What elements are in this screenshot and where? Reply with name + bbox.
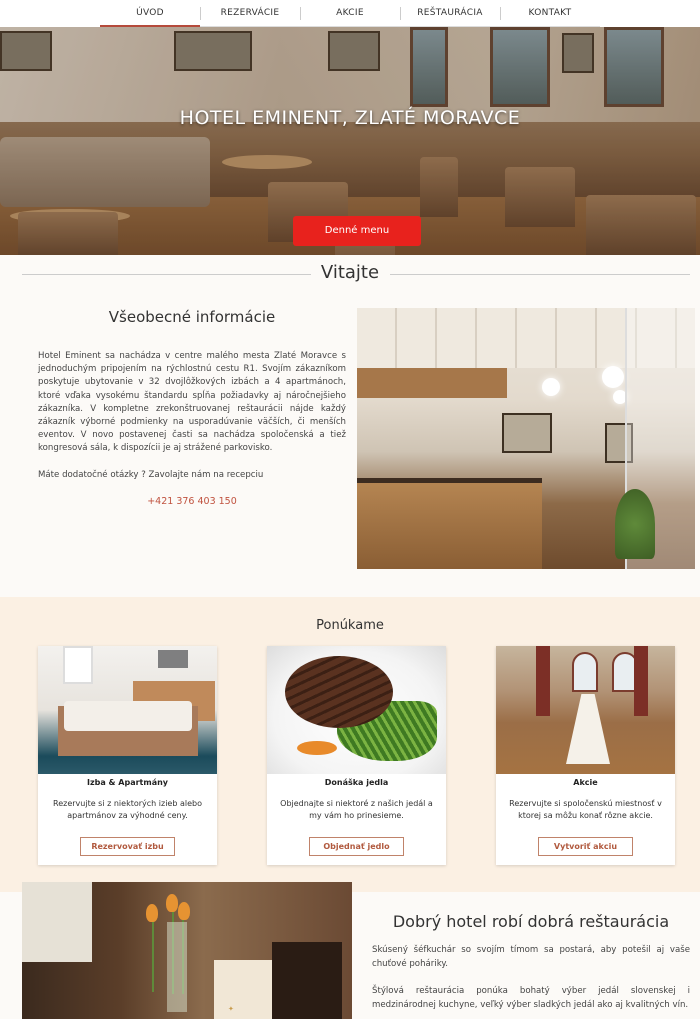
photo-chair (272, 942, 342, 1019)
welcome-divider: Vitajte (0, 258, 700, 292)
nav-item-restauracia[interactable]: REŠTAURÁCIA (400, 0, 500, 27)
tulip-stem (152, 912, 154, 992)
offer-card-delivery: Donáška jedla Objednajte si niektoré z n… (267, 646, 446, 865)
hall-banquet-table (566, 694, 610, 764)
photo-lamp (602, 366, 624, 388)
info-body: Hotel Eminent sa nachádza v centre maléh… (38, 351, 346, 454)
menu-logo-icon: ✦ (228, 1005, 234, 1013)
nav-item-uvod[interactable]: ÚVOD (100, 0, 200, 27)
offer-card-title: Donáška jedla (324, 778, 389, 787)
reception-phone-link[interactable]: +421 376 403 150 (38, 496, 346, 507)
restaurant-paragraph-2: Štýlová reštaurácia ponúka bohatý výber … (372, 986, 690, 1010)
restaurant-paragraph-1: Skúsený šéfkuchár so svojím tímom sa pos… (372, 945, 690, 969)
hero-banner: HOTEL EMINENT, ZLATÉ MORAVCE Denné menu (0, 27, 700, 255)
nav-item-akcie[interactable]: AKCIE (300, 0, 400, 27)
restaurant-table-photo: ✦ (22, 882, 352, 1019)
tulip-flower (146, 904, 158, 922)
tulip-flower (178, 902, 190, 920)
photo-bar (357, 483, 542, 569)
welcome-heading: Vitajte (0, 262, 700, 283)
create-event-button[interactable]: Vytvoriť akciu (538, 837, 633, 856)
nav-item-rezervacie[interactable]: REZERVÁCIE (200, 0, 300, 27)
info-title: Všeobecné informácie (108, 308, 276, 326)
offer-card-description: Objednajte si niektoré z našich jedál a … (280, 799, 433, 820)
photo-plant (615, 489, 655, 559)
restaurant-section-title: Dobrý hotel robí dobrá reštaurácia (392, 912, 670, 931)
photo-frame (502, 413, 552, 453)
room-sheet (64, 701, 192, 731)
offer-card-title: Akcie (573, 778, 598, 787)
restaurant-bar-photo (357, 308, 695, 569)
offers-title: Ponúkame (316, 618, 384, 633)
offer-card-events: Akcie Rezervujte si spoločenskú miestnos… (496, 646, 675, 865)
room-window (63, 646, 93, 684)
room-photo (38, 646, 217, 774)
order-food-button[interactable]: Objednať jedlo (309, 837, 404, 856)
nav-bar: ÚVOD REZERVÁCIE AKCIE REŠTAURÁCIA KONTAK… (100, 0, 600, 27)
offer-card-description: Rezervujte si z niektorých izieb alebo a… (53, 799, 202, 820)
offer-card-title: Izba & Apartmány (86, 778, 169, 787)
room-picture (158, 650, 188, 668)
welcome-heading-text: Vitajte (310, 262, 390, 283)
menu-card: ✦ (214, 960, 272, 1019)
food-photo (267, 646, 446, 774)
reserve-room-button[interactable]: Rezervovať izbu (80, 837, 175, 856)
hero-title: HOTEL EMINENT, ZLATÉ MORAVCE (179, 107, 521, 129)
tulip-flower (166, 894, 178, 912)
food-steak (285, 656, 393, 728)
glass-vase (167, 922, 187, 1012)
photo-lamp (542, 378, 560, 396)
hall-curtain (536, 646, 550, 716)
offer-card-description: Rezervujte si spoločenskú miestnosť v kt… (509, 799, 662, 820)
hall-window (572, 652, 598, 692)
daily-menu-button[interactable]: Denné menu (293, 216, 421, 246)
offer-card-rooms: Izba & Apartmány Rezervujte si z niektor… (38, 646, 217, 865)
nav-item-kontakt[interactable]: KONTAKT (500, 0, 600, 27)
photo-shelf (357, 368, 507, 398)
hall-curtain (634, 646, 648, 716)
photo-window (22, 882, 92, 962)
main-navigation: ÚVOD REZERVÁCIE AKCIE REŠTAURÁCIA KONTAK… (0, 0, 700, 27)
hall-photo (496, 646, 675, 774)
info-question: Máte dodatočné otázky ? Zavolajte nám na… (38, 470, 264, 480)
food-garnish (297, 741, 337, 755)
